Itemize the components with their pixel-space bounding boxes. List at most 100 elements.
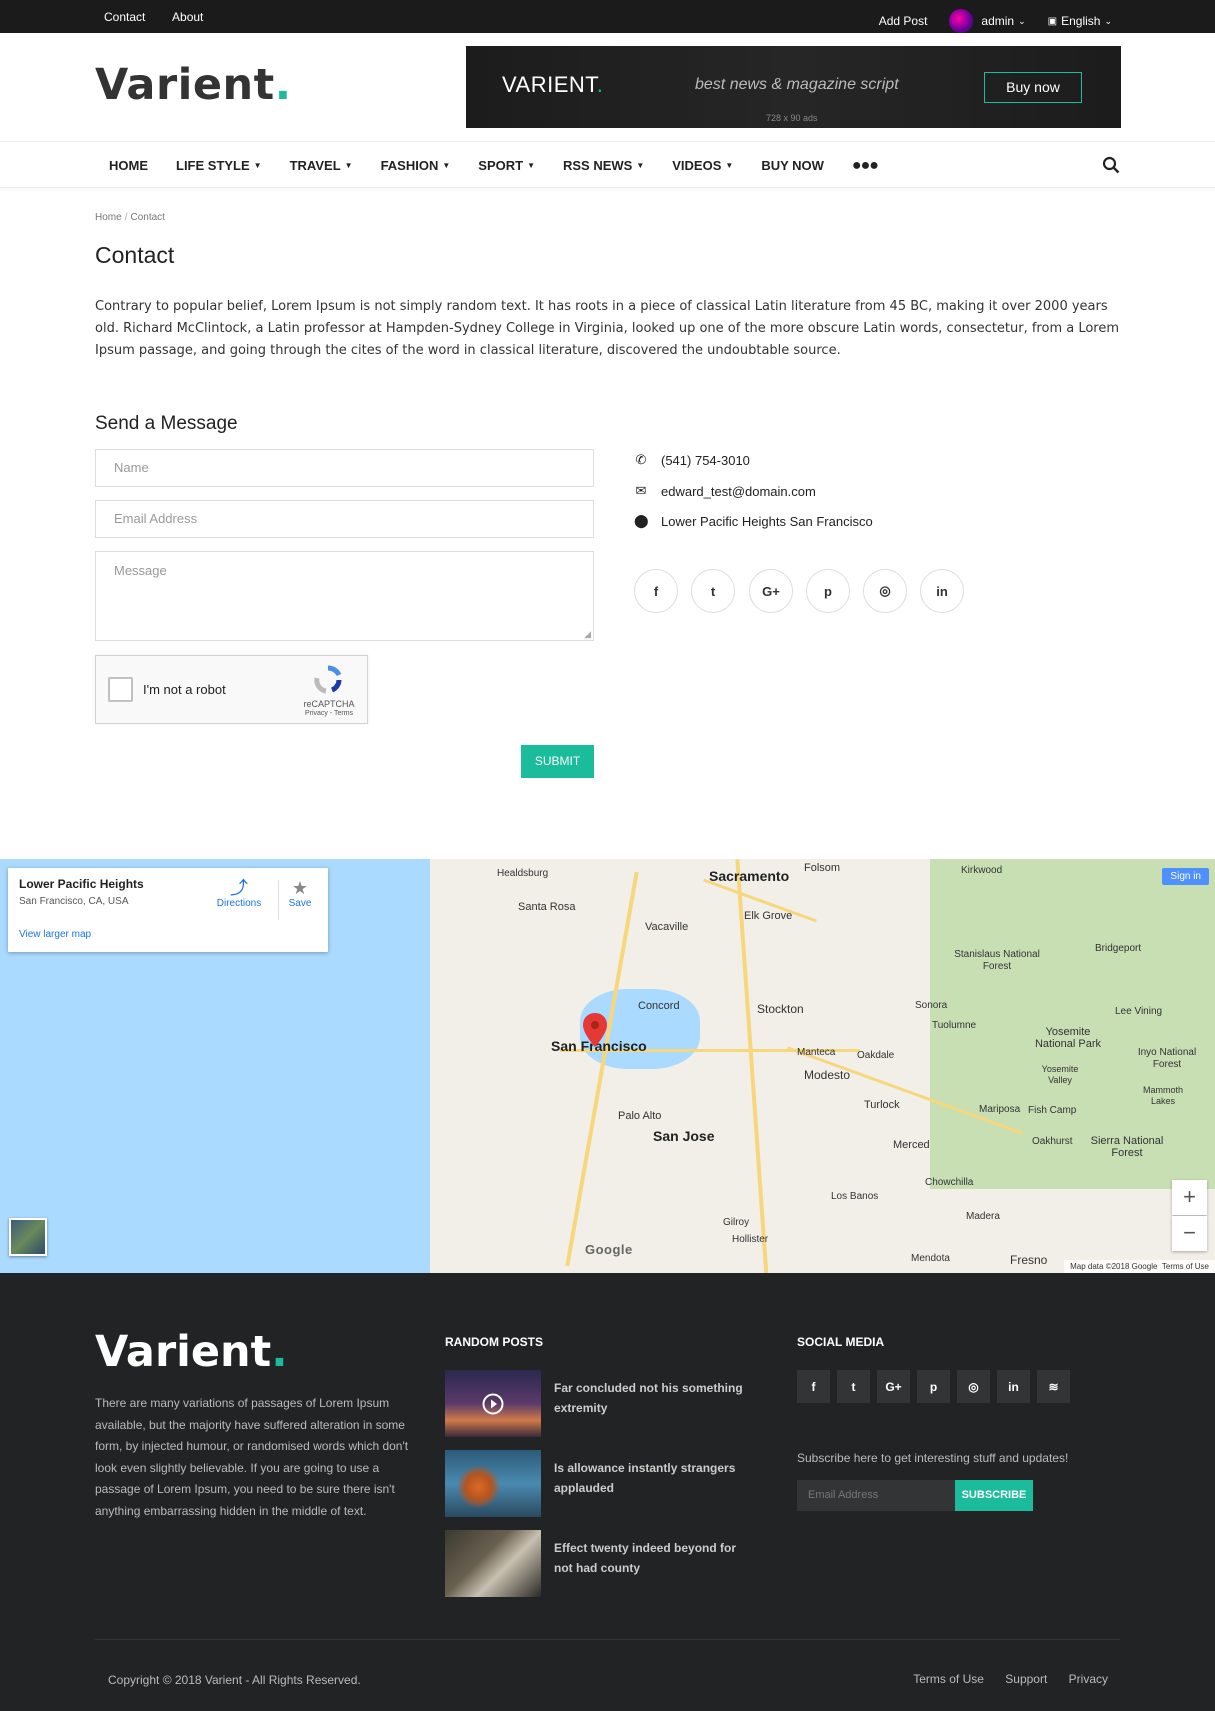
map-label: Fish Camp [1028,1105,1077,1116]
map-label: Mendota [911,1253,950,1264]
pinterest-icon[interactable]: p [917,1370,950,1403]
post-title[interactable]: Far concluded not his something extremit… [554,1378,754,1418]
social-media-heading: SOCIAL MEDIA [797,1335,885,1349]
map-label: Concord [638,1000,680,1012]
pinterest-icon[interactable]: p [806,569,850,613]
instagram-icon[interactable]: ◎ [957,1370,990,1403]
nav-item-home[interactable]: HOME [95,158,162,173]
name-input[interactable]: Name [95,449,594,487]
footer-link-support[interactable]: Support [1005,1672,1047,1686]
map-terms-link[interactable]: Terms of Use [1162,1262,1209,1271]
captcha-label: I'm not a robot [143,682,226,697]
save-button[interactable]: ★ Save [284,878,316,909]
view-larger-map-link[interactable]: View larger map [19,929,91,940]
map-label: Yosemite National Park [1034,1026,1102,1050]
map-label: Bridgeport [1095,943,1142,954]
google-plus-icon[interactable]: G+ [877,1370,910,1403]
map-pin-icon[interactable] [583,1013,607,1047]
twitter-icon[interactable]: t [837,1370,870,1403]
map-label: Stanislaus National Forest [954,949,1040,972]
nav-item-rss-news[interactable]: RSS NEWS ▼ [549,158,658,173]
avatar[interactable] [949,9,974,33]
chevron-down-icon: ⌄ [1104,15,1112,26]
directions-icon: ⤴ [230,878,248,898]
caret-down-icon: ▼ [253,161,262,170]
google-plus-icon[interactable]: G+ [749,569,793,613]
play-icon[interactable] [482,1393,504,1415]
captcha-checkbox[interactable] [108,677,133,702]
contact-address: ⬤ Lower Pacific Heights San Francisco [634,513,873,529]
language-menu[interactable]: English [1061,14,1100,28]
linkedin-icon[interactable]: in [920,569,964,613]
footer-logo[interactable]: Varient. [95,1327,288,1377]
post-thumbnail[interactable] [445,1530,541,1597]
map-label: Tuolumne [932,1020,977,1031]
post-title[interactable]: Is allowance instantly strangers applaud… [554,1458,754,1498]
top-link-about[interactable]: About [172,10,203,24]
email-input[interactable]: Email Address [95,500,594,538]
instagram-icon[interactable]: ◎ [863,569,907,613]
post-thumbnail[interactable] [445,1370,541,1437]
resize-handle-icon[interactable]: ◢ [584,629,591,640]
breadcrumb-current: Contact [130,212,165,223]
footer-link-terms[interactable]: Terms of Use [913,1672,984,1686]
user-menu[interactable]: admin [981,14,1014,28]
main-nav: HOME LIFE STYLE ▼ TRAVEL ▼ FASHION ▼ SPORT ▼… [0,141,1215,188]
footer-links: Terms of Use Support Privacy [895,1672,1108,1686]
facebook-icon[interactable]: f [634,569,678,613]
linkedin-icon[interactable]: in [997,1370,1030,1403]
subscribe-email-input[interactable]: Email Address [797,1480,955,1511]
post-thumbnail[interactable] [445,1450,541,1517]
map-label: Stockton [757,1002,804,1016]
captcha-links[interactable]: Privacy - Terms [299,710,359,717]
directions-button[interactable]: ⤴ Directions [214,878,264,909]
map-label: Healdsburg [497,868,549,879]
site-logo[interactable]: Varient. [95,60,292,110]
breadcrumb-home[interactable]: Home [95,212,122,223]
add-post-link[interactable]: Add Post [879,14,928,28]
caret-down-icon: ▼ [527,161,535,170]
search-icon[interactable] [1102,156,1120,174]
nav-item-life-style[interactable]: LIFE STYLE ▼ [162,158,276,173]
recaptcha-icon [314,665,342,694]
caret-down-icon: ▼ [442,161,451,170]
map-label: Yosemite Valley [1041,1064,1079,1085]
map-label: Elk Grove [744,910,793,922]
recaptcha-widget: I'm not a robot reCAPTCHA Privacy - Term… [95,655,368,724]
footer-divider [95,1639,1120,1640]
contact-phone: ✆ (541) 754-3010 [635,452,750,468]
map-label: Inyo National Forest [1137,1047,1197,1070]
banner-buy-button[interactable]: Buy now [984,72,1082,103]
map-sign-in-button[interactable]: Sign in [1162,868,1209,885]
zoom-in-button[interactable]: + [1172,1180,1207,1215]
nav-item-videos[interactable]: VIDEOS ▼ [658,158,747,173]
nav-item-travel[interactable]: TRAVEL ▼ [276,158,367,173]
banner-tagline: best news & magazine script [695,76,899,93]
ellipsis-icon[interactable]: ●●● [838,157,892,175]
ad-banner[interactable]: VARIENT. best news & magazine script Buy… [466,46,1121,128]
twitter-icon[interactable]: t [691,569,735,613]
map-label: Mariposa [979,1104,1021,1115]
nav-item-buy-now[interactable]: BUY NOW [747,158,838,173]
map-label: Hollister [732,1234,769,1245]
map-label: San Jose [653,1128,715,1144]
top-bar: Contact About Add Post admin ⌄ ▣ English… [0,0,1215,33]
subscribe-button[interactable]: SUBSCRIBE [955,1480,1033,1511]
nav-item-fashion[interactable]: FASHION ▼ [367,158,465,173]
rss-icon[interactable]: ≋ [1037,1370,1070,1403]
post-title[interactable]: Effect twenty indeed beyond for not had … [554,1538,754,1578]
page-title: Contact [95,242,175,268]
satellite-toggle[interactable] [9,1218,47,1256]
chevron-down-icon: ⌄ [1018,15,1026,26]
google-map[interactable]: Sacramento Folsom Healdsburg Kirkwood Sa… [0,859,1215,1273]
footer-link-privacy[interactable]: Privacy [1069,1672,1108,1686]
map-marker-icon: ⬤ [634,513,649,528]
top-link-contact[interactable]: Contact [104,10,145,24]
map-label: Sacramento [709,868,790,884]
submit-button[interactable]: SUBMIT [521,745,594,778]
contact-email: ✉ edward_test@domain.com [635,483,816,499]
message-textarea[interactable]: Message ◢ [95,551,594,641]
zoom-out-button[interactable]: − [1172,1216,1207,1251]
nav-item-sport[interactable]: SPORT ▼ [464,158,549,173]
facebook-icon[interactable]: f [797,1370,830,1403]
